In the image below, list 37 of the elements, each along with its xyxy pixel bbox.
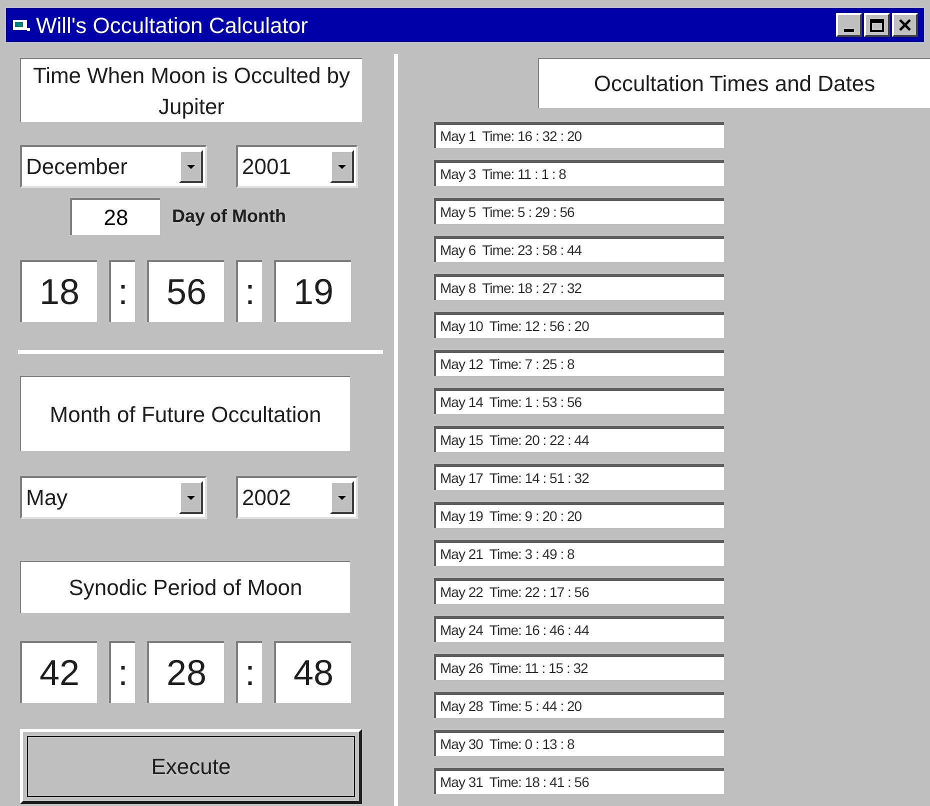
execute-button[interactable]: Execute <box>20 729 362 804</box>
app-icon <box>12 17 32 33</box>
section-label: Month of Future Occultation <box>20 376 350 451</box>
time-field[interactable]: 19 <box>274 260 351 322</box>
time-field[interactable]: 18 <box>20 260 97 322</box>
colon-separator: : <box>109 260 135 322</box>
caret-icon <box>187 496 195 500</box>
colon-separator: : <box>236 641 262 703</box>
minimize-icon <box>844 29 854 32</box>
minimize-button[interactable] <box>836 13 862 37</box>
caret-icon <box>187 164 195 168</box>
month-dropdown[interactable]: May <box>20 476 207 519</box>
section-label: Time When Moon is Occulted by Jupiter <box>20 58 362 122</box>
time-field[interactable]: 56 <box>147 260 224 322</box>
window-title: Will's Occultation Calculator <box>36 12 309 40</box>
colon-separator: : <box>236 260 262 322</box>
year-dropdown[interactable]: 2001 <box>236 145 358 188</box>
dropdown-arrow-button[interactable] <box>330 481 354 514</box>
colon-separator: : <box>109 641 135 703</box>
caret-icon <box>338 496 346 500</box>
day-of-month-label: Day of Month <box>172 205 286 228</box>
year-dropdown[interactable]: 2002 <box>236 476 358 519</box>
results-heading: Occultation Times and Dates <box>538 58 930 108</box>
day-field[interactable]: 28 <box>70 198 160 235</box>
dropdown-arrow-button[interactable] <box>330 150 354 183</box>
dropdown-arrow-button[interactable] <box>179 150 203 183</box>
time-field[interactable]: 42 <box>20 641 97 703</box>
close-button[interactable] <box>892 13 918 37</box>
month-dropdown[interactable]: December <box>20 145 207 188</box>
time-field[interactable]: 28 <box>147 641 224 703</box>
time-field[interactable]: 48 <box>274 641 351 703</box>
dropdown-arrow-button[interactable] <box>179 481 203 514</box>
maximize-button[interactable] <box>864 13 890 37</box>
maximize-icon <box>870 18 884 32</box>
caret-icon <box>338 164 346 168</box>
section-label: Synodic Period of Moon <box>20 561 350 613</box>
close-icon <box>899 19 911 31</box>
